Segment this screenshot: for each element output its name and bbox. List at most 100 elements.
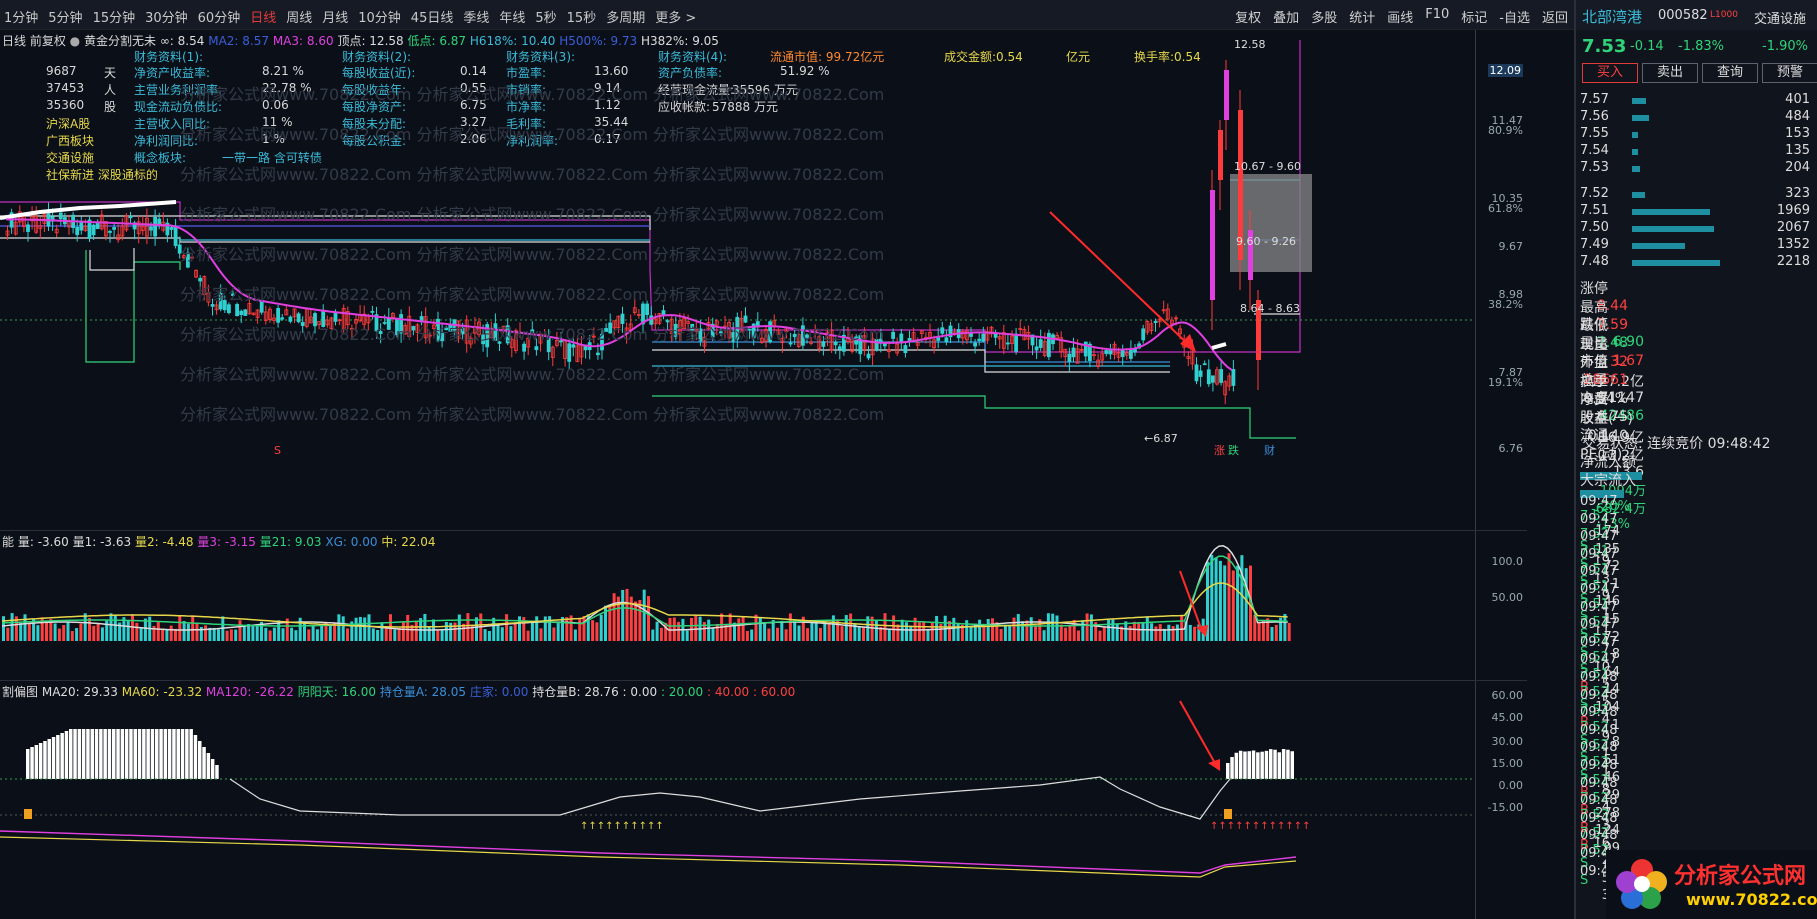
- volume-bar: [100, 627, 104, 641]
- red-arrow-line: [1049, 211, 1193, 349]
- volume-bar: [66, 622, 70, 641]
- tool-button[interactable]: 多股: [1311, 7, 1337, 26]
- volume-bar: [1025, 620, 1029, 641]
- candle-body: [91, 224, 96, 236]
- position-bar: [189, 729, 193, 779]
- tool-button[interactable]: 统计: [1349, 7, 1375, 26]
- period-tab[interactable]: 月线: [322, 7, 348, 26]
- query-button[interactable]: 查询: [1702, 63, 1758, 83]
- volume-bar: [1003, 624, 1007, 641]
- tool-button[interactable]: -自选: [1499, 7, 1530, 26]
- position-indicator-chart[interactable]: 割偏图 MA20: 29.33 MA60: -23.32 MA120: -26.…: [0, 680, 1527, 919]
- volume-bar: [591, 620, 595, 641]
- candle-body: [1198, 370, 1203, 377]
- volume-bar: [788, 613, 792, 641]
- period-tab[interactable]: 季线: [463, 7, 489, 26]
- bid-price: 7.49: [1580, 237, 1609, 252]
- position-bar: [30, 747, 34, 779]
- position-bar: [124, 729, 129, 779]
- bid-price: 7.52: [1580, 186, 1609, 201]
- ind-y-axis: 100.0 50.00: [1475, 531, 1527, 680]
- tool-button[interactable]: 叠加: [1273, 7, 1299, 26]
- ask-volume: 153: [1785, 126, 1810, 141]
- buy-button[interactable]: 买入: [1582, 63, 1638, 83]
- flow-row: 大宗流入 -682.4万 -13%: [1580, 470, 1814, 532]
- period-tab[interactable]: 多周期: [606, 7, 645, 26]
- ask-volume: 135: [1785, 143, 1810, 158]
- candle-body: [1231, 369, 1236, 386]
- sell-button[interactable]: 卖出: [1642, 63, 1698, 83]
- bid-bar: [1632, 226, 1714, 232]
- candle-body: [157, 218, 162, 225]
- period-tab[interactable]: 日线: [250, 7, 276, 26]
- volume-bar: [238, 620, 242, 641]
- volume-bar: [1008, 624, 1012, 641]
- bid-bar: [1632, 192, 1645, 198]
- position-bar: [81, 729, 86, 779]
- sector-link[interactable]: 交通设施: [1754, 8, 1806, 27]
- period-tab[interactable]: 更多 >: [655, 7, 696, 26]
- position-bar: [129, 729, 133, 779]
- low-y-axis: 60.00 45.00 30.00 15.00 0.00 -15.00: [1475, 681, 1527, 919]
- tool-button[interactable]: F10: [1425, 7, 1449, 26]
- volume-bar: [414, 620, 418, 641]
- position-bar: [38, 743, 43, 779]
- ask-row: 7.53 204: [1580, 160, 1810, 178]
- volume-bar: [767, 628, 771, 641]
- period-tab[interactable]: 5分钟: [48, 7, 82, 26]
- volume-bar: [952, 617, 956, 641]
- period-tab[interactable]: 5秒: [535, 7, 556, 26]
- volume-bar: [139, 627, 143, 641]
- period-tab[interactable]: 30分钟: [145, 7, 188, 26]
- main-kline-chart[interactable]: 日线 前复权 ● 黄金分割无未 ∞: 8.54 MA2: 8.57 MA3: 8…: [0, 30, 1527, 530]
- volume-bar: [728, 613, 732, 641]
- candle-body: [280, 317, 285, 320]
- volume-bar: [1029, 617, 1033, 641]
- volume-bar: [1034, 625, 1037, 641]
- position-bar: [1247, 751, 1251, 779]
- position-bar: [1243, 751, 1247, 779]
- tool-button[interactable]: 复权: [1235, 7, 1261, 26]
- stat-label: 收益(一): [1580, 410, 1633, 427]
- candle-body: [891, 331, 895, 339]
- period-tab[interactable]: 10分钟: [358, 7, 401, 26]
- red-arrow-line: [1179, 700, 1217, 766]
- tool-button[interactable]: 标记: [1461, 7, 1487, 26]
- volume-indicator-chart[interactable]: 能 量: -3.60 量1: -3.63 量2: -4.48 量3: -3.15…: [0, 530, 1527, 680]
- volume-bar: [1150, 623, 1154, 641]
- volume-bar: [53, 623, 57, 641]
- period-tab[interactable]: 15分钟: [93, 7, 136, 26]
- candle-body: [173, 225, 178, 246]
- tick-row: 09:47 7.51 15 S 7: [1580, 582, 1814, 657]
- volume-bar: [406, 614, 410, 641]
- volume-bar: [1046, 613, 1050, 641]
- period-tab[interactable]: 1分钟: [4, 7, 38, 26]
- position-line: [229, 776, 1231, 820]
- volume-bar: [844, 615, 848, 641]
- volume-bar: [500, 627, 504, 641]
- volume-bar: [505, 614, 509, 641]
- volume-bar: [36, 625, 40, 641]
- tick-row: 09:47 7.52 64 B 5: [1580, 635, 1814, 710]
- tool-button[interactable]: 画线: [1387, 7, 1413, 26]
- period-tab[interactable]: 周线: [286, 7, 312, 26]
- volume-bar: [621, 589, 625, 641]
- position-bar: [1256, 752, 1260, 779]
- position-bar: [1277, 752, 1282, 779]
- volume-bar: [634, 601, 638, 641]
- candle-body: [1141, 328, 1146, 341]
- alert-button[interactable]: 预警: [1762, 63, 1817, 83]
- volume-bar: [92, 625, 96, 641]
- period-tab[interactable]: 60分钟: [198, 7, 241, 26]
- period-tab[interactable]: 45日线: [411, 7, 454, 26]
- tool-button[interactable]: 返回: [1542, 7, 1568, 26]
- period-tab[interactable]: 15秒: [567, 7, 597, 26]
- ask-row: 7.55 153: [1580, 126, 1810, 144]
- tick-time: 09:47: [1580, 652, 1618, 668]
- volume-bar: [328, 624, 332, 641]
- volume-bar: [892, 615, 896, 641]
- position-bar: [99, 729, 103, 779]
- tick-time: 09:47: [1580, 511, 1618, 527]
- period-tab[interactable]: 年线: [499, 7, 525, 26]
- candle-body: [128, 215, 133, 219]
